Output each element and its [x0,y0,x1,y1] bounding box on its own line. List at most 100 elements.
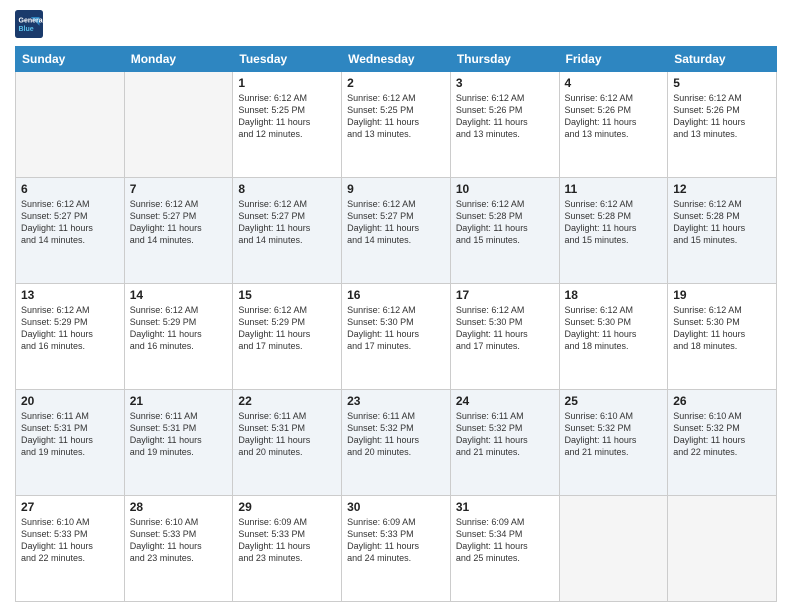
calendar-cell: 10 Sunrise: 6:12 AM Sunset: 5:28 PM Dayli… [450,178,559,284]
calendar-table: SundayMondayTuesdayWednesdayThursdayFrid… [15,46,777,602]
day-number: 15 [238,288,336,302]
day-info: Sunrise: 6:12 AM Sunset: 5:28 PM Dayligh… [565,198,663,247]
calendar-cell: 31 Sunrise: 6:09 AM Sunset: 5:34 PM Dayli… [450,496,559,602]
calendar-cell: 17 Sunrise: 6:12 AM Sunset: 5:30 PM Dayli… [450,284,559,390]
calendar-cell: 2 Sunrise: 6:12 AM Sunset: 5:25 PM Daylig… [342,72,451,178]
day-number: 3 [456,76,554,90]
weekday-header: Tuesday [233,47,342,72]
day-info: Sunrise: 6:12 AM Sunset: 5:27 PM Dayligh… [347,198,445,247]
calendar-cell: 13 Sunrise: 6:12 AM Sunset: 5:29 PM Dayli… [16,284,125,390]
day-info: Sunrise: 6:12 AM Sunset: 5:26 PM Dayligh… [456,92,554,141]
day-info: Sunrise: 6:11 AM Sunset: 5:31 PM Dayligh… [238,410,336,459]
calendar-cell [16,72,125,178]
weekday-header: Sunday [16,47,125,72]
day-info: Sunrise: 6:10 AM Sunset: 5:33 PM Dayligh… [130,516,228,565]
day-info: Sunrise: 6:11 AM Sunset: 5:31 PM Dayligh… [130,410,228,459]
day-info: Sunrise: 6:09 AM Sunset: 5:33 PM Dayligh… [238,516,336,565]
day-number: 8 [238,182,336,196]
svg-text:General: General [19,17,44,24]
day-info: Sunrise: 6:12 AM Sunset: 5:30 PM Dayligh… [456,304,554,353]
day-info: Sunrise: 6:11 AM Sunset: 5:32 PM Dayligh… [347,410,445,459]
day-info: Sunrise: 6:12 AM Sunset: 5:27 PM Dayligh… [130,198,228,247]
header: General Blue [15,10,777,38]
day-number: 30 [347,500,445,514]
weekday-header: Friday [559,47,668,72]
day-number: 4 [565,76,663,90]
calendar-cell: 15Sunrise: 6:12 AM Sunset: 5:29 PM Dayli… [233,284,342,390]
day-number: 29 [238,500,336,514]
calendar-cell: 9Sunrise: 6:12 AM Sunset: 5:27 PM Daylig… [342,178,451,284]
weekday-header: Monday [124,47,233,72]
calendar-cell [559,496,668,602]
day-number: 11 [565,182,663,196]
day-info: Sunrise: 6:12 AM Sunset: 5:30 PM Dayligh… [347,304,445,353]
day-info: Sunrise: 6:12 AM Sunset: 5:25 PM Dayligh… [238,92,336,141]
calendar-cell: 19 Sunrise: 6:12 AM Sunset: 5:30 PM Dayli… [668,284,777,390]
day-number: 28 [130,500,228,514]
calendar-cell: 6 Sunrise: 6:12 AM Sunset: 5:27 PM Daylig… [16,178,125,284]
calendar-cell: 29 Sunrise: 6:09 AM Sunset: 5:33 PM Dayli… [233,496,342,602]
calendar-cell: 23 Sunrise: 6:11 AM Sunset: 5:32 PM Dayli… [342,390,451,496]
day-info: Sunrise: 6:11 AM Sunset: 5:31 PM Dayligh… [21,410,119,459]
day-info: Sunrise: 6:11 AM Sunset: 5:32 PM Dayligh… [456,410,554,459]
calendar-cell: 24 Sunrise: 6:11 AM Sunset: 5:32 PM Dayli… [450,390,559,496]
day-info: Sunrise: 6:10 AM Sunset: 5:32 PM Dayligh… [673,410,771,459]
calendar-cell: 30 Sunrise: 6:09 AM Sunset: 5:33 PM Dayli… [342,496,451,602]
day-number: 1 [238,76,336,90]
day-info: Sunrise: 6:09 AM Sunset: 5:33 PM Dayligh… [347,516,445,565]
day-number: 19 [673,288,771,302]
calendar-cell: 20Sunrise: 6:11 AM Sunset: 5:31 PM Dayli… [16,390,125,496]
day-number: 13 [21,288,119,302]
day-number: 7 [130,182,228,196]
day-number: 27 [21,500,119,514]
calendar-cell: 14 Sunrise: 6:12 AM Sunset: 5:29 PM Dayli… [124,284,233,390]
day-info: Sunrise: 6:12 AM Sunset: 5:29 PM Dayligh… [21,304,119,353]
day-info: Sunrise: 6:12 AM Sunset: 5:27 PM Dayligh… [238,198,336,247]
day-info: Sunrise: 6:12 AM Sunset: 5:27 PM Dayligh… [21,198,119,247]
day-number: 17 [456,288,554,302]
calendar-cell: 25 Sunrise: 6:10 AM Sunset: 5:32 PM Dayli… [559,390,668,496]
day-number: 23 [347,394,445,408]
day-info: Sunrise: 6:12 AM Sunset: 5:30 PM Dayligh… [565,304,663,353]
calendar-cell [668,496,777,602]
svg-text:Blue: Blue [19,26,34,33]
day-number: 16 [347,288,445,302]
day-info: Sunrise: 6:12 AM Sunset: 5:25 PM Dayligh… [347,92,445,141]
logo-icon: General Blue [15,10,43,38]
weekday-header: Thursday [450,47,559,72]
logo: General Blue [15,10,43,38]
calendar-cell: 22 Sunrise: 6:11 AM Sunset: 5:31 PM Dayli… [233,390,342,496]
calendar-cell: 5Sunrise: 6:12 AM Sunset: 5:26 PM Daylig… [668,72,777,178]
day-number: 31 [456,500,554,514]
day-number: 26 [673,394,771,408]
day-info: Sunrise: 6:12 AM Sunset: 5:30 PM Dayligh… [673,304,771,353]
calendar-cell: 27 Sunrise: 6:10 AM Sunset: 5:33 PM Dayli… [16,496,125,602]
calendar-cell: 16 Sunrise: 6:12 AM Sunset: 5:30 PM Dayli… [342,284,451,390]
calendar-cell: 21 Sunrise: 6:11 AM Sunset: 5:31 PM Dayli… [124,390,233,496]
day-info: Sunrise: 6:10 AM Sunset: 5:32 PM Dayligh… [565,410,663,459]
day-number: 12 [673,182,771,196]
day-number: 14 [130,288,228,302]
day-info: Sunrise: 6:12 AM Sunset: 5:28 PM Dayligh… [673,198,771,247]
calendar-cell: 12 Sunrise: 6:12 AM Sunset: 5:28 PM Dayli… [668,178,777,284]
day-info: Sunrise: 6:10 AM Sunset: 5:33 PM Dayligh… [21,516,119,565]
day-info: Sunrise: 6:09 AM Sunset: 5:34 PM Dayligh… [456,516,554,565]
day-number: 21 [130,394,228,408]
calendar-cell [124,72,233,178]
day-info: Sunrise: 6:12 AM Sunset: 5:26 PM Dayligh… [565,92,663,141]
weekday-header: Wednesday [342,47,451,72]
day-number: 5 [673,76,771,90]
day-number: 22 [238,394,336,408]
calendar-cell: 8 Sunrise: 6:12 AM Sunset: 5:27 PM Daylig… [233,178,342,284]
weekday-header: Saturday [668,47,777,72]
day-info: Sunrise: 6:12 AM Sunset: 5:29 PM Dayligh… [130,304,228,353]
day-number: 25 [565,394,663,408]
day-number: 24 [456,394,554,408]
day-number: 6 [21,182,119,196]
calendar-cell: 1 Sunrise: 6:12 AM Sunset: 5:25 PM Daylig… [233,72,342,178]
day-number: 2 [347,76,445,90]
day-number: 10 [456,182,554,196]
day-info: Sunrise: 6:12 AM Sunset: 5:28 PM Dayligh… [456,198,554,247]
calendar-cell: 11 Sunrise: 6:12 AM Sunset: 5:28 PM Dayli… [559,178,668,284]
calendar-cell: 28 Sunrise: 6:10 AM Sunset: 5:33 PM Dayli… [124,496,233,602]
